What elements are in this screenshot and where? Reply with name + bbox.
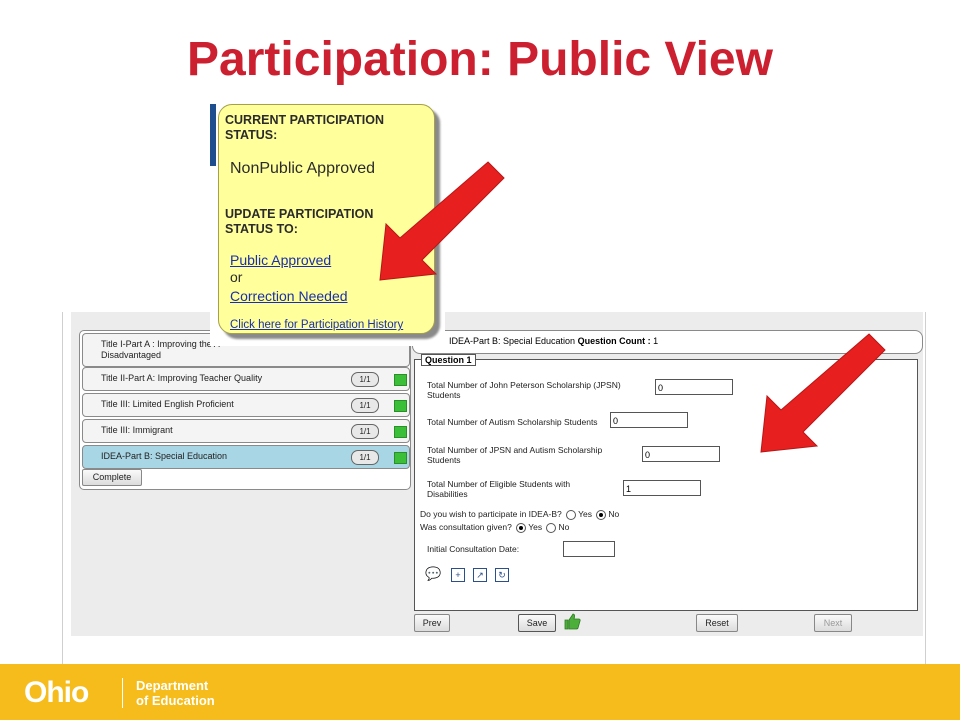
export-icon[interactable]: ↗ [473, 568, 487, 582]
jpsn-autism-students-label: Total Number of JPSN and Autism Scholars… [427, 445, 603, 465]
slide-title: Participation: Public View [187, 33, 773, 86]
consultation-date-input[interactable] [563, 541, 615, 557]
program-row-title-iii-immigrant[interactable]: Title III: Immigrant 1/1 [82, 419, 410, 443]
program-label: Title II-Part A: Improving Teacher Quali… [101, 373, 263, 383]
header-count-label: Question Count : [577, 336, 651, 346]
consultation-no-radio[interactable] [546, 522, 557, 533]
program-label: Title III: Limited English Proficient [101, 399, 234, 409]
consultation-no-label: No [558, 522, 570, 532]
program-label: IDEA-Part B: Special Education [101, 451, 228, 461]
program-label-line2: Disadvantaged [101, 350, 162, 360]
consultation-yes-label: Yes [528, 522, 543, 532]
participation-history-link[interactable]: Click here for Participation History [230, 319, 403, 331]
header-text: IDEA-Part B: Special Education Question … [449, 336, 658, 346]
header-program: IDEA-Part B: Special Education [449, 336, 576, 346]
question-count-badge: 1/1 [351, 450, 379, 465]
status-complete-icon [394, 452, 407, 464]
current-status-heading-2: STATUS: [225, 128, 278, 142]
thumbs-up-icon [563, 612, 581, 630]
logo-divider [122, 678, 123, 708]
or-text: or [230, 269, 243, 285]
jpsn-students-input[interactable]: 0 [655, 379, 733, 395]
refresh-icon[interactable]: ↻ [495, 568, 509, 582]
jpsn-students-label: Total Number of John Peterson Scholarshi… [427, 380, 621, 400]
participate-no-radio[interactable] [596, 509, 607, 520]
question-count-badge: 1/1 [351, 372, 379, 387]
popup-background-band [210, 104, 216, 166]
correction-needed-link[interactable]: Correction Needed [230, 288, 348, 304]
participate-yes-label: Yes [578, 509, 592, 519]
program-row-idea-b[interactable]: IDEA-Part B: Special Education 1/1 [82, 445, 410, 469]
status-complete-icon [394, 374, 407, 386]
program-label: Title I-Part A : Improving the A [101, 339, 220, 349]
ohio-logo: Ohio [24, 676, 89, 709]
consultation-yes-radio[interactable] [516, 522, 527, 533]
consultation-question: Was consultation given? Yes No [420, 522, 569, 533]
red-arrow-left [379, 161, 505, 281]
consultation-question-text: Was consultation given? [420, 522, 512, 532]
comments-icon[interactable]: 💬 [425, 567, 441, 580]
save-button[interactable]: Save [518, 614, 556, 632]
participate-question-text: Do you wish to participate in IDEA-B? [420, 509, 562, 519]
jpsn-autism-students-input[interactable]: 0 [642, 446, 720, 462]
program-row-title-ii[interactable]: Title II-Part A: Improving Teacher Quali… [82, 367, 410, 391]
status-complete-icon [394, 400, 407, 412]
prev-button[interactable]: Prev [414, 614, 450, 632]
autism-students-input[interactable]: 0 [610, 412, 688, 428]
department-name: Department of Education [136, 678, 215, 708]
header-count-value: 1 [653, 336, 659, 346]
update-status-heading-1: UPDATE PARTICIPATION [225, 207, 374, 221]
eligible-students-label: Total Number of Eligible Students with D… [427, 479, 571, 499]
footer-bar: Ohio Department of Education [0, 664, 960, 720]
question-count-badge: 1/1 [351, 424, 379, 439]
eligible-students-input[interactable]: 1 [623, 480, 701, 496]
program-list-panel: Title I-Part A : Improving the A Disadva… [79, 330, 411, 490]
current-status-heading-1: CURRENT PARTICIPATION [225, 113, 385, 127]
current-status-value: NonPublic Approved [230, 160, 375, 177]
program-row-title-iii-lep[interactable]: Title III: Limited English Proficient 1/… [82, 393, 410, 417]
reset-button[interactable]: Reset [696, 614, 738, 632]
participate-no-label: No [608, 509, 620, 519]
question-legend: Question 1 [421, 354, 476, 366]
update-status-heading-2: STATUS TO: [225, 222, 298, 236]
public-approved-link[interactable]: Public Approved [230, 252, 331, 268]
program-label: Title III: Immigrant [101, 425, 173, 435]
question-count-badge: 1/1 [351, 398, 379, 413]
status-complete-icon [394, 426, 407, 438]
autism-students-label: Total Number of Autism Scholarship Stude… [427, 417, 598, 427]
red-arrow-right [760, 333, 886, 453]
department-line-1: Department [136, 678, 209, 693]
complete-button[interactable]: Complete [82, 469, 142, 486]
department-line-2: of Education [136, 693, 215, 708]
consultation-date-label: Initial Consultation Date: [427, 544, 520, 554]
participate-yes-radio[interactable] [566, 509, 577, 520]
participate-question: Do you wish to participate in IDEA-B? Ye… [420, 509, 619, 520]
next-button: Next [814, 614, 852, 632]
add-document-icon[interactable]: + [451, 568, 465, 582]
